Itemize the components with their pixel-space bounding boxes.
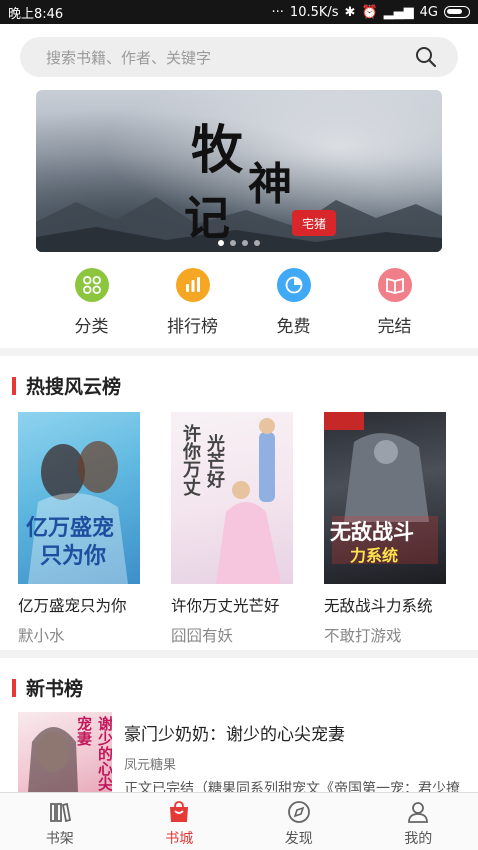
quick-link-label: 免费 — [276, 317, 311, 337]
quick-link-label: 完结 — [377, 317, 412, 337]
quick-link-ranking[interactable]: 排行榜 — [142, 268, 243, 338]
tab-bookstore[interactable]: 书城 — [120, 793, 240, 850]
banner-pagination — [36, 240, 442, 246]
banner-dot[interactable] — [242, 240, 248, 246]
ranking-bars-icon — [175, 268, 210, 302]
status-indicators: ··· 10.5K/s ✱ ⏰ ▂▄▆ 4G — [272, 5, 470, 20]
new-book-item[interactable]: 谢少的心尖宠妻 豪门少奶奶：谢少的心尖宠妻 凤元糖果 正文已完结（糖果同系列甜宠… — [18, 712, 478, 797]
promo-banner[interactable]: 牧 神 记 宅猪 — [36, 90, 442, 252]
section-accent-bar — [12, 678, 16, 697]
section-divider — [0, 650, 478, 658]
cover-title-line-2: 只为你 — [40, 543, 107, 569]
signal-dots-icon: ··· — [271, 4, 284, 20]
new-section-header: 新书榜 — [12, 674, 83, 701]
tab-profile[interactable]: 我的 — [359, 793, 478, 850]
cellular-signal-icon: ▂▄▆ — [383, 4, 414, 20]
book-cover[interactable]: 亿万盛宠 只为你 — [18, 412, 140, 584]
book-open-icon — [377, 268, 412, 302]
quick-link-finished[interactable]: 完结 — [344, 268, 445, 338]
book-card[interactable]: 亿万盛宠 只为你 亿万盛宠只为你 默小水 — [18, 412, 142, 646]
battery-icon — [444, 6, 470, 18]
banner-title-char-2: 神 — [248, 159, 292, 210]
book-title[interactable]: 豪门少奶奶：谢少的心尖宠妻 — [124, 720, 345, 745]
search-icon[interactable] — [414, 45, 438, 69]
search-input[interactable]: 搜索书籍、作者、关键字 — [46, 47, 414, 68]
section-title: 热搜风云榜 — [26, 376, 122, 398]
bluetooth-icon: ✱ — [344, 4, 356, 20]
bookstore-bag-icon — [170, 801, 189, 822]
grid-icon — [74, 268, 109, 302]
book-cover[interactable]: 许你万丈 光芒好 — [171, 412, 293, 584]
tab-bookshelf[interactable]: 书架 — [0, 793, 120, 850]
quick-links: 分类 排行榜 免费 完结 — [0, 268, 478, 338]
quick-link-category[interactable]: 分类 — [41, 268, 142, 338]
book-author: 囧囧有妖 — [171, 627, 234, 645]
book-cover[interactable]: 无敌战斗 力系统 — [324, 412, 446, 584]
book-cover[interactable]: 谢少的心尖宠妻 — [18, 712, 112, 792]
cover-title: 谢少的心尖宠妻 — [75, 716, 112, 791]
book-title[interactable]: 亿万盛宠只为你 — [18, 594, 142, 616]
compass-icon — [287, 801, 310, 823]
tab-label: 书城 — [165, 831, 194, 847]
book-author: 默小水 — [18, 627, 65, 645]
section-divider — [0, 348, 478, 356]
alarm-icon: ⏰ — [361, 4, 378, 20]
banner-title-char-1: 牧 — [191, 120, 244, 181]
tab-discover[interactable]: 发现 — [239, 793, 359, 850]
quick-link-label: 排行榜 — [167, 317, 218, 337]
quick-link-free[interactable]: 免费 — [243, 268, 344, 338]
status-time: 晚上8:46 — [8, 6, 64, 22]
bottom-tab-bar: 书架 书城 发现 我的 — [0, 792, 478, 850]
cover-title-line-2: 光芒好 — [204, 434, 225, 488]
hot-section-header: 热搜风云榜 — [12, 372, 121, 399]
network-speed: 10.5K/s — [289, 4, 339, 20]
quick-link-label: 分类 — [74, 317, 109, 337]
tab-label: 我的 — [404, 831, 433, 847]
banner-dot[interactable] — [218, 240, 224, 246]
section-accent-bar — [12, 376, 16, 395]
tab-label: 书架 — [45, 831, 74, 847]
network-type: 4G — [419, 4, 438, 20]
free-pie-icon — [276, 268, 311, 302]
search-bar[interactable]: 搜索书籍、作者、关键字 — [20, 37, 458, 77]
cover-title-line-1: 许你万丈 — [180, 424, 201, 496]
bookshelf-icon — [49, 802, 71, 823]
book-author: 凤元糖果 — [124, 758, 177, 773]
banner-title-char-3: 记 — [184, 191, 230, 245]
banner-seal: 宅猪 — [292, 210, 336, 236]
book-title[interactable]: 许你万丈光芒好 — [171, 594, 295, 616]
section-title: 新书榜 — [26, 678, 84, 700]
book-card[interactable]: 无敌战斗 力系统 无敌战斗力系统 不敢打游戏 — [324, 412, 448, 646]
profile-icon — [408, 802, 429, 823]
book-card[interactable]: 许你万丈 光芒好 许你万丈光芒好 囧囧有妖 — [171, 412, 295, 646]
banner-dot[interactable] — [254, 240, 260, 246]
tab-label: 发现 — [284, 831, 313, 847]
book-author: 不敢打游戏 — [324, 627, 402, 645]
status-bar: 晚上8:46 ··· 10.5K/s ✱ ⏰ ▂▄▆ 4G — [0, 0, 478, 24]
cover-title-line-2: 力系统 — [350, 546, 399, 565]
book-title[interactable]: 无敌战斗力系统 — [324, 594, 448, 616]
banner-dot[interactable] — [230, 240, 236, 246]
